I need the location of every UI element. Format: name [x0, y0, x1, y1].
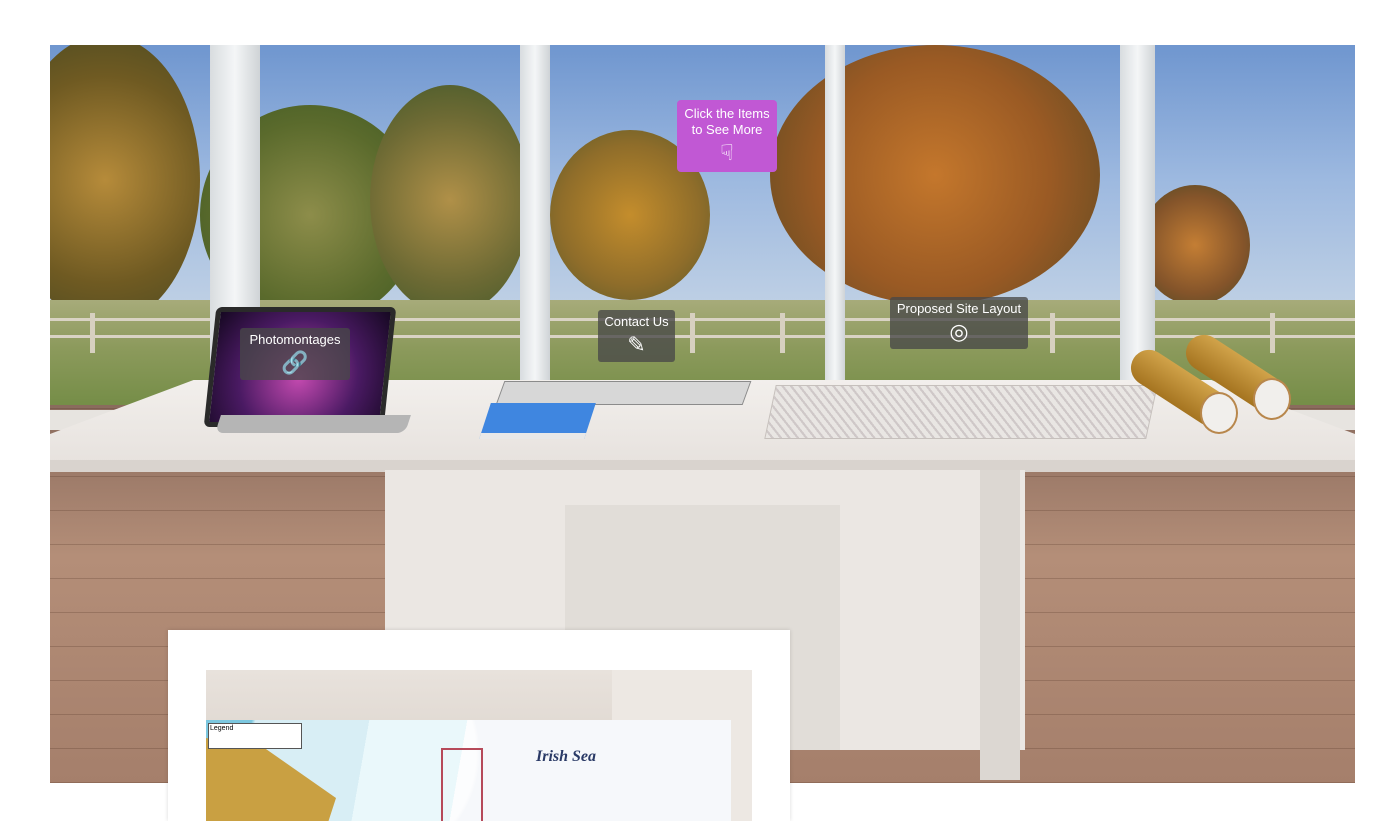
chart-legend: Legend — [208, 723, 302, 749]
site-map-item[interactable] — [764, 385, 1158, 439]
fence-post — [1050, 313, 1055, 353]
pencil-icon: ✎ — [627, 332, 646, 357]
hint-line-1: Click the Items — [684, 106, 770, 121]
binder-item[interactable] — [495, 381, 752, 405]
photomontages-hotspot[interactable]: Photomontages 🔗 — [240, 328, 350, 380]
fence-post — [780, 313, 785, 353]
chart-site-boundary — [441, 748, 483, 821]
desk-leg — [980, 470, 1020, 780]
proposed-site-layout-label: Proposed Site Layout — [896, 301, 1022, 316]
proposed-site-layout-hotspot[interactable]: Proposed Site Layout ◎ — [890, 297, 1028, 349]
inset-preview-image: Legend Irish Sea — [206, 670, 752, 821]
target-icon: ◎ — [949, 319, 969, 344]
photomontages-label: Photomontages — [249, 332, 341, 347]
tree-right-large — [770, 45, 1100, 305]
tube-end-cap — [1200, 392, 1238, 434]
window-pillar — [520, 45, 550, 415]
laptop-keyboard[interactable] — [215, 415, 411, 433]
fence-post — [690, 313, 695, 353]
chart-legend-title: Legend — [210, 725, 234, 732]
inset-preview-panel: Legend Irish Sea — [168, 630, 790, 821]
hand-pointer-down-icon: ☟ — [720, 140, 734, 165]
link-icon: 🔗 — [281, 350, 309, 375]
tube-end-cap — [1253, 378, 1291, 420]
contact-us-label: Contact Us — [604, 314, 669, 329]
fence-post — [90, 313, 95, 353]
fence-post — [1270, 313, 1275, 353]
tree-far-right — [1140, 185, 1250, 305]
tree-middle — [370, 85, 530, 315]
blue-book-item[interactable] — [479, 403, 596, 439]
click-items-hint-badge: Click the Items to See More ☟ — [677, 100, 777, 172]
chart-sea-label: Irish Sea — [536, 748, 597, 765]
contact-us-hotspot[interactable]: Contact Us ✎ — [598, 310, 675, 362]
hint-line-2: to See More — [691, 122, 763, 137]
window-pillar — [825, 45, 845, 415]
